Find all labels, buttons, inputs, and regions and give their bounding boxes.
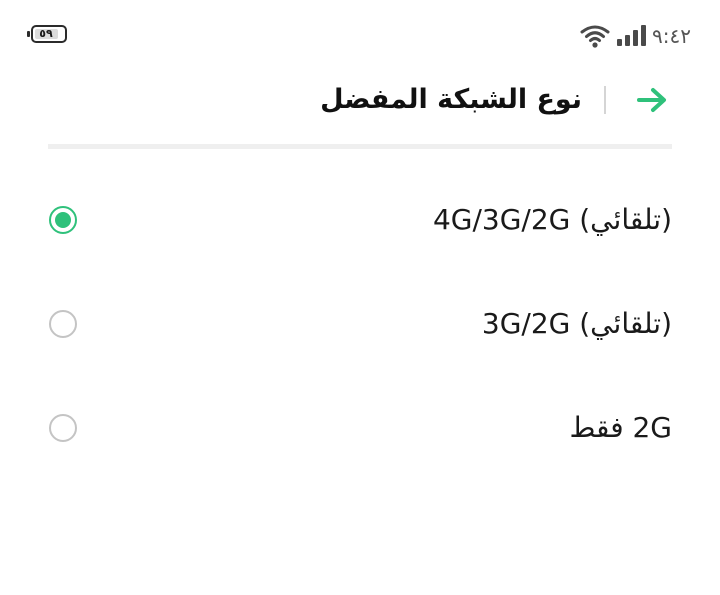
radio-button[interactable] [49,310,77,338]
status-bar: ٥٩ ٩:٤٢ [0,0,720,70]
option-label: 2G فقط [569,411,672,444]
wifi-icon [580,24,610,48]
header-separator [48,144,672,149]
back-button[interactable] [628,80,676,120]
arrow-right-icon [637,88,666,112]
radio-button[interactable] [49,414,77,442]
option-row-4g-3g-2g[interactable]: (تلقائي) 4G/3G/2G [0,170,720,270]
option-label: (تلقائي) 4G/3G/2G [432,203,672,236]
option-label: (تلقائي) 3G/2G [481,307,672,340]
option-row-2g-only[interactable]: 2G فقط [0,378,720,478]
app-header: نوع الشبكة المفضل [0,70,720,140]
radio-button[interactable] [49,206,77,234]
header-divider [604,86,606,114]
cellular-signal-icon [616,24,648,48]
option-row-3g-2g[interactable]: (تلقائي) 3G/2G [0,274,720,374]
page-title: نوع الشبكة المفضل [320,84,582,115]
battery-level: ٥٩ [39,27,53,40]
battery-cap [27,31,30,37]
status-time: ٩:٤٢ [652,24,691,48]
